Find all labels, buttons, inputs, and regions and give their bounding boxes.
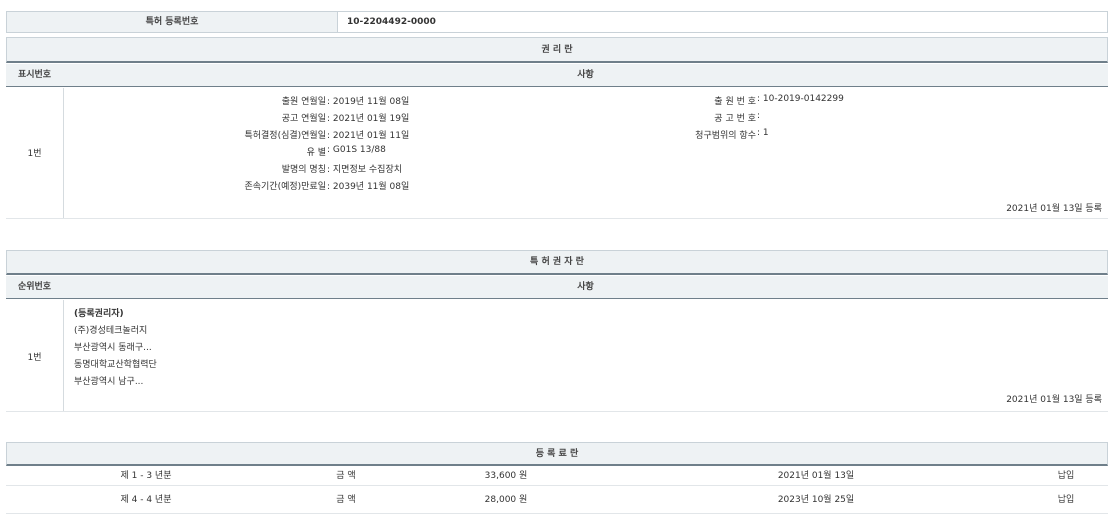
holder-row-index: 1번 [6, 350, 63, 363]
holder-section-title: 특 허 권 자 란 [6, 250, 1108, 275]
rights-col-index: 표시번호 [6, 64, 63, 86]
expiry-date-label: 존속기간(예정)만료일 [66, 179, 326, 192]
holder-col-index: 순위번호 [6, 276, 63, 298]
rights-row: 1번 출원 연월일 : 2019년 11월 08일 공고 연월일 : 2021년… [6, 88, 1108, 219]
holder-col-detail: 사항 [63, 276, 1108, 298]
application-number-value: 10-2019-0142299 [763, 94, 844, 104]
fee-amount-label: 금 액 [296, 487, 396, 513]
holder-line-address-2: 부산광역시 남구... [74, 374, 157, 391]
holder-row-divider [63, 300, 64, 411]
filing-date-value: 2019년 11월 08일 [333, 97, 409, 107]
claims-count-value: 1 [763, 128, 769, 138]
fee-amount-label: 금 액 [296, 467, 396, 485]
decision-date-value: 2021년 01월 11일 [333, 131, 409, 141]
holder-reg-date: 2021년 01월 13일 등록 [1006, 392, 1102, 405]
fee-amount: 28,000 원 [456, 487, 556, 513]
classification-label: 유 별 [66, 145, 326, 158]
rights-reg-date: 2021년 01월 13일 등록 [1006, 201, 1102, 214]
publication-date-value: 2021년 01월 19일 [333, 114, 409, 124]
fee-row: 제 1 - 3 년분 금 액 33,600 원 2021년 01월 13일 납입 [6, 467, 1108, 486]
fee-date: 2023년 10월 25일 [736, 487, 896, 513]
invention-title-value: 지면정보 수집장치 [333, 165, 402, 175]
fee-row: 제 4 - 4 년분 금 액 28,000 원 2023년 10월 25일 납입 [6, 487, 1108, 514]
fee-amount: 33,600 원 [456, 467, 556, 485]
reg-number-value: 10-2204492-0000 [347, 12, 436, 32]
holder-row: 1번 (등록권리자) (주)경성테크놀러지 부산광역시 동래구... 동명대학교… [6, 300, 1108, 412]
fee-date: 2021년 01월 13일 [736, 467, 896, 485]
filing-date-label: 출원 연월일 [66, 94, 326, 107]
fee-status: 납입 [1036, 487, 1096, 513]
decision-date-label: 특허결정(심결)연월일 [66, 128, 326, 141]
fee-section-title: 등 록 료 란 [6, 442, 1108, 466]
rights-row-divider [63, 88, 64, 218]
rights-col-detail: 사항 [63, 64, 1108, 86]
holder-line-name-1: (주)경성테크놀러지 [74, 323, 157, 340]
holder-line-type: (등록권리자) [74, 306, 157, 323]
application-number-label: 출 원 번 호 [606, 94, 756, 107]
holder-line-name-2: 동명대학교산학협력단 [74, 357, 157, 374]
reg-number-label: 특허 등록번호 [7, 12, 338, 32]
reg-number-row: 특허 등록번호 10-2204492-0000 [6, 11, 1108, 33]
classification-value: G01S 13/88 [333, 145, 386, 155]
invention-title-label: 발명의 명칭 [66, 162, 326, 175]
rights-column-header: 표시번호 사항 [6, 64, 1108, 87]
expiry-date-value: 2039년 11월 08일 [333, 182, 409, 192]
claims-count-label: 청구범위의 항수 [606, 128, 756, 141]
publication-number-label: 공 고 번 호 [606, 111, 756, 124]
rights-section-title: 권 리 란 [6, 37, 1108, 63]
holder-column-header: 순위번호 사항 [6, 276, 1108, 299]
fee-period: 제 1 - 3 년분 [66, 467, 226, 485]
publication-date-label: 공고 연월일 [66, 111, 326, 124]
fee-period: 제 4 - 4 년분 [66, 487, 226, 513]
fee-status: 납입 [1036, 467, 1096, 485]
holder-line-address-1: 부산광역시 동래구... [74, 340, 157, 357]
rights-row-index: 1번 [6, 146, 63, 159]
holder-lines: (등록권리자) (주)경성테크놀러지 부산광역시 동래구... 동명대학교산학협… [74, 306, 157, 391]
